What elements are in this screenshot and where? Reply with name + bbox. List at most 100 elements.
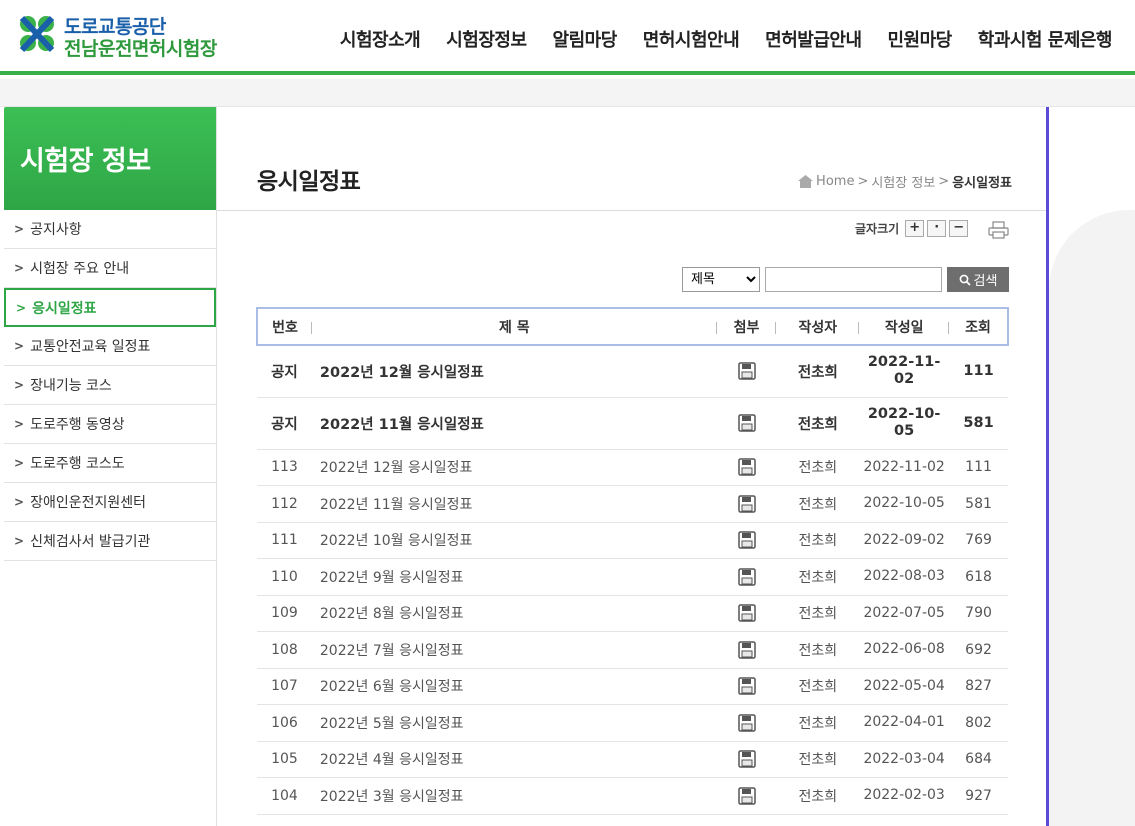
font-size-label: 글자크기 bbox=[855, 222, 900, 236]
breadcrumb-home[interactable]: Home bbox=[816, 174, 854, 189]
cell-subject-link[interactable]: 2022년 11월 응시일정표 bbox=[311, 485, 717, 523]
cell-date: 2022-10-05 bbox=[859, 397, 950, 450]
cell-number: 106 bbox=[257, 704, 312, 742]
cell-subject-link[interactable]: 2022년 12월 응시일정표 bbox=[311, 345, 717, 398]
cell-attachment bbox=[716, 668, 777, 705]
cell-date: 2022-05-04 bbox=[859, 668, 950, 705]
cell-date: 2022-11-02 bbox=[859, 345, 950, 398]
nav-item-notice[interactable]: 알림마당 bbox=[540, 26, 630, 52]
sidebar-item-safety-education[interactable]: > 교통안전교육 일정표 bbox=[4, 327, 216, 366]
cell-number: 공지 bbox=[257, 345, 312, 398]
floppy-disk-icon[interactable] bbox=[737, 787, 756, 805]
sidebar-item-medical-check[interactable]: > 신체검사서 발급기관 bbox=[4, 522, 216, 561]
table-row[interactable]: 105 2022년 4월 응시일정표 전초희 2022-03-04 684 bbox=[257, 741, 1008, 778]
sidebar-item-exam-schedule[interactable]: > 응시일정표 bbox=[4, 288, 216, 327]
font-increase-button[interactable]: + bbox=[905, 220, 925, 237]
cell-date: 2022-08-03 bbox=[859, 558, 950, 596]
cell-views: 581 bbox=[949, 397, 1008, 450]
cell-attachment bbox=[716, 449, 777, 486]
floppy-disk-icon[interactable] bbox=[737, 750, 756, 768]
sidebar-item-road-course-map[interactable]: > 도로주행 코스도 bbox=[4, 444, 216, 483]
nav-item-site-intro[interactable]: 시험장소개 bbox=[327, 26, 433, 52]
floppy-disk-icon[interactable] bbox=[737, 641, 756, 659]
cell-subject-link[interactable]: 2022년 7월 응시일정표 bbox=[311, 631, 717, 669]
table-row[interactable]: 109 2022년 8월 응시일정표 전초희 2022-07-05 790 bbox=[257, 595, 1008, 632]
sidebar-item-road-video[interactable]: > 도로주행 동영상 bbox=[4, 405, 216, 444]
table-row[interactable]: 108 2022년 7월 응시일정표 전초희 2022-06-08 692 bbox=[257, 631, 1008, 669]
sidebar-item-label: 장내기능 코스 bbox=[30, 378, 112, 394]
floppy-disk-icon[interactable] bbox=[737, 714, 756, 732]
chevron-right-icon: > bbox=[14, 222, 25, 236]
search-field-select[interactable]: 제목 bbox=[682, 267, 760, 292]
breadcrumb-current: 응시일정표 bbox=[952, 176, 1012, 191]
search-button[interactable]: 검색 bbox=[947, 267, 1009, 292]
site-logo[interactable]: 도로교통공단 전남운전면허시험장 bbox=[14, 10, 244, 60]
breadcrumb-section[interactable]: 시험장 정보 bbox=[871, 172, 935, 191]
floppy-disk-icon[interactable] bbox=[737, 568, 756, 586]
chevron-right-icon: > bbox=[16, 300, 27, 315]
table-row[interactable]: 113 2022년 12월 응시일정표 전초희 2022-11-02 111 bbox=[257, 449, 1008, 486]
cell-subject-link[interactable]: 2022년 8월 응시일정표 bbox=[311, 595, 717, 632]
nav-item-license-issue[interactable]: 면허발급안내 bbox=[752, 26, 874, 52]
table-row[interactable]: 112 2022년 11월 응시일정표 전초희 2022-10-05 581 bbox=[257, 485, 1008, 523]
notice-row[interactable]: 공지 2022년 12월 응시일정표 전초희 2022-11-02 111 bbox=[257, 345, 1008, 398]
nav-item-exam-guide[interactable]: 면허시험안내 bbox=[630, 26, 752, 52]
floppy-disk-icon[interactable] bbox=[737, 362, 756, 380]
floppy-disk-icon[interactable] bbox=[737, 495, 756, 513]
cell-number: 104 bbox=[257, 777, 312, 815]
printer-icon[interactable] bbox=[988, 221, 1009, 239]
cell-views: 769 bbox=[949, 522, 1008, 559]
chevron-right-icon: > bbox=[14, 339, 25, 353]
cell-author: 전초희 bbox=[776, 449, 860, 486]
cell-attachment bbox=[716, 485, 777, 523]
cell-subject-link[interactable]: 2022년 4월 응시일정표 bbox=[311, 741, 717, 778]
floppy-disk-icon[interactable] bbox=[737, 414, 756, 432]
cell-author: 전초희 bbox=[776, 558, 860, 596]
nav-item-site-info[interactable]: 시험장정보 bbox=[433, 26, 539, 52]
floppy-disk-icon[interactable] bbox=[737, 458, 756, 476]
notice-row[interactable]: 공지 2022년 11월 응시일정표 전초희 2022-10-05 581 bbox=[257, 397, 1008, 450]
column-header-attachment: 첨부 bbox=[716, 307, 777, 346]
sidebar-item-disabled-support[interactable]: > 장애인운전지원센터 bbox=[4, 483, 216, 522]
table-row[interactable]: 106 2022년 5월 응시일정표 전초희 2022-04-01 802 bbox=[257, 704, 1008, 742]
cell-subject-link[interactable]: 2022년 6월 응시일정표 bbox=[311, 668, 717, 705]
cell-subject-link[interactable]: 2022년 9월 응시일정표 bbox=[311, 558, 717, 596]
cell-views: 111 bbox=[949, 345, 1008, 398]
table-header-row: 번호 제 목 첨부 작성자 작성일 조회 bbox=[256, 307, 1009, 346]
table-row[interactable]: 107 2022년 6월 응시일정표 전초희 2022-05-04 827 bbox=[257, 668, 1008, 705]
cell-subject-link[interactable]: 2022년 3월 응시일정표 bbox=[311, 777, 717, 815]
font-reset-button[interactable]: · bbox=[927, 220, 947, 237]
table-row[interactable]: 111 2022년 10월 응시일정표 전초희 2022-09-02 769 bbox=[257, 522, 1008, 559]
sidebar: 시험장 정보 > 공지사항 > 시험장 주요 안내 > 응시일정표 > 교통안전교육 일… bbox=[4, 107, 217, 826]
chevron-right-icon: > bbox=[14, 417, 25, 431]
table-row[interactable]: 110 2022년 9월 응시일정표 전초희 2022-08-03 618 bbox=[257, 558, 1008, 596]
main-navigation: 시험장소개 시험장정보 알림마당 면허시험안내 면허발급안내 민원마당 학과시험… bbox=[327, 26, 1125, 52]
cell-attachment bbox=[716, 777, 777, 815]
cell-subject-link[interactable]: 2022년 5월 응시일정표 bbox=[311, 704, 717, 742]
cell-number: 110 bbox=[257, 558, 312, 596]
table-row[interactable]: 104 2022년 3월 응시일정표 전초희 2022-02-03 927 bbox=[257, 777, 1008, 815]
cell-date: 2022-04-01 bbox=[859, 704, 950, 742]
search-input[interactable] bbox=[765, 267, 942, 292]
nav-item-civil-service[interactable]: 민원마당 bbox=[875, 26, 965, 52]
cell-subject-link[interactable]: 2022년 11월 응시일정표 bbox=[311, 397, 717, 450]
cell-attachment bbox=[716, 345, 777, 398]
cell-views: 692 bbox=[949, 631, 1008, 669]
sidebar-item-main-guide[interactable]: > 시험장 주요 안내 bbox=[4, 249, 216, 288]
cell-attachment bbox=[716, 522, 777, 559]
font-decrease-button[interactable]: − bbox=[949, 220, 969, 237]
right-accent-line bbox=[1046, 107, 1049, 826]
sidebar-item-notice[interactable]: > 공지사항 bbox=[4, 210, 216, 249]
cell-subject-link[interactable]: 2022년 12월 응시일정표 bbox=[311, 449, 717, 486]
nav-item-question-bank[interactable]: 학과시험 문제은행 bbox=[965, 26, 1125, 52]
header-strip bbox=[0, 79, 1135, 107]
sidebar-title: 시험장 정보 bbox=[4, 107, 216, 210]
floppy-disk-icon[interactable] bbox=[737, 604, 756, 622]
cell-subject-link[interactable]: 2022년 10월 응시일정표 bbox=[311, 522, 717, 559]
floppy-disk-icon[interactable] bbox=[737, 531, 756, 549]
cell-date: 2022-06-08 bbox=[859, 631, 950, 669]
cell-author: 전초희 bbox=[776, 397, 860, 450]
sidebar-item-course[interactable]: > 장내기능 코스 bbox=[4, 366, 216, 405]
floppy-disk-icon[interactable] bbox=[737, 677, 756, 695]
cell-attachment bbox=[716, 397, 777, 450]
